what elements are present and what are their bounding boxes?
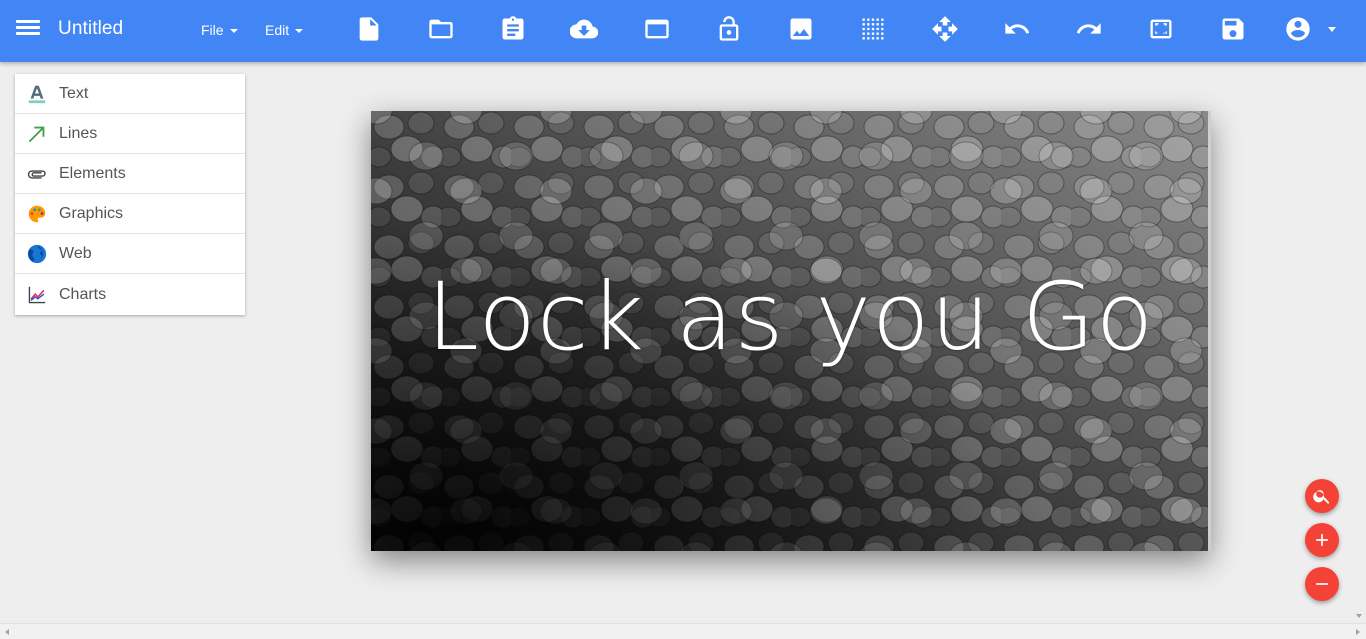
- slide-title-text[interactable]: Lock as you Go: [371, 271, 1210, 365]
- image-icon[interactable]: [787, 15, 815, 43]
- chevron-down-icon: [295, 29, 304, 34]
- file-menu[interactable]: File: [201, 22, 238, 38]
- zoom-search-button[interactable]: [1305, 479, 1339, 513]
- fullscreen-icon[interactable]: [1147, 15, 1175, 43]
- globe-icon: [15, 234, 59, 274]
- slide-canvas[interactable]: Lock as you Go: [371, 111, 1210, 551]
- text-icon: [15, 74, 59, 114]
- slide-edge: [1208, 111, 1211, 551]
- zoom-out-button[interactable]: [1305, 567, 1339, 601]
- clipboard-icon[interactable]: [499, 15, 527, 43]
- hamburger-menu-icon[interactable]: [14, 17, 44, 45]
- sidebar-item-label: Text: [59, 84, 89, 102]
- undo-icon[interactable]: [1003, 15, 1031, 43]
- window-icon[interactable]: [643, 15, 671, 43]
- horizontal-scrollbar[interactable]: [0, 623, 1366, 639]
- file-menu-label: File: [201, 22, 224, 38]
- sidebar-item-charts[interactable]: Charts: [15, 274, 245, 315]
- zoom-in-button[interactable]: [1305, 523, 1339, 557]
- sidebar-item-web[interactable]: Web: [15, 234, 245, 274]
- sidebar-item-lines[interactable]: Lines: [15, 114, 245, 154]
- line-chart-icon: [15, 275, 59, 315]
- new-file-icon[interactable]: [355, 15, 383, 43]
- edit-menu[interactable]: Edit: [265, 22, 304, 38]
- scroll-down-arrow[interactable]: [1356, 614, 1362, 618]
- scroll-left-arrow[interactable]: [5, 629, 9, 635]
- save-icon[interactable]: [1219, 15, 1247, 43]
- sidebar-item-label: Lines: [59, 124, 98, 142]
- lock-open-icon[interactable]: [715, 15, 743, 43]
- cloud-download-icon[interactable]: [569, 15, 599, 43]
- open-folder-icon[interactable]: [427, 15, 455, 43]
- account-icon[interactable]: [1284, 15, 1312, 43]
- arrow-icon: [15, 114, 59, 154]
- paperclip-icon: [15, 154, 59, 194]
- minus-icon: [1316, 583, 1328, 585]
- sidebar-item-label: Elements: [59, 164, 126, 182]
- app-bar: Untitled File Edit: [0, 0, 1366, 62]
- sidebar-item-label: Web: [59, 244, 92, 262]
- scroll-right-arrow[interactable]: [1356, 629, 1360, 635]
- grid-icon[interactable]: [859, 15, 887, 43]
- move-icon[interactable]: [931, 15, 959, 43]
- search-icon: [1313, 490, 1330, 504]
- palette-icon: [15, 194, 59, 234]
- redo-icon[interactable]: [1075, 15, 1103, 43]
- sidebar-item-graphics[interactable]: Graphics: [15, 194, 245, 234]
- tools-panel: Text Lines Elements Graphics Web Charts: [15, 74, 245, 315]
- sidebar-item-label: Graphics: [59, 204, 124, 222]
- chevron-down-icon: [229, 29, 238, 34]
- sidebar-item-elements[interactable]: Elements: [15, 154, 245, 194]
- plus-icon: [1316, 534, 1328, 546]
- sidebar-item-label: Charts: [59, 285, 107, 303]
- sidebar-item-text[interactable]: Text: [15, 74, 245, 114]
- edit-menu-label: Edit: [265, 22, 290, 38]
- account-chevron-down-icon[interactable]: [1328, 27, 1336, 32]
- document-title[interactable]: Untitled: [58, 18, 123, 40]
